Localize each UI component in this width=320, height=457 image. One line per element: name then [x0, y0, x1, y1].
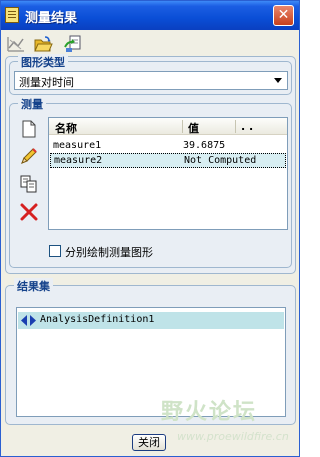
measure-group-label: 测量: [18, 96, 46, 112]
delete-icon[interactable]: [19, 202, 39, 222]
column-header-more[interactable]: . .: [241, 120, 253, 133]
title-bar: 测量结果 ✕: [1, 1, 299, 30]
window-icon: [5, 7, 19, 23]
measure-table: 名称 值 . . measure1 39.6875 measure2 Not C…: [48, 117, 288, 230]
graph-type-value: 测量对时间: [19, 76, 74, 89]
measure-name: measure1: [53, 140, 102, 151]
table-row[interactable]: measure2 Not Computed: [50, 153, 286, 168]
measure-results-window: 测量结果 ✕ 图形类型 测量对时间 测量 名称 值 . . measure1 3…: [0, 0, 300, 457]
result-label: AnalysisDefinition1: [40, 314, 155, 325]
chart-icon[interactable]: [6, 34, 26, 54]
measure-value: Not Computed: [184, 155, 257, 166]
window-close-button[interactable]: ✕: [273, 5, 294, 26]
column-header-name[interactable]: 名称: [55, 120, 77, 136]
separate-graphs-checkbox[interactable]: [49, 245, 61, 257]
graph-type-select[interactable]: 测量对时间: [14, 71, 288, 90]
column-separator: [182, 120, 183, 133]
new-document-icon[interactable]: [19, 119, 39, 139]
table-row[interactable]: measure1 39.6875: [50, 139, 286, 154]
separate-graphs-label: 分别绘制测量图形: [65, 246, 153, 259]
chevron-down-icon: [274, 78, 282, 83]
measure-name: measure2: [54, 155, 103, 166]
window-title: 测量结果: [25, 11, 78, 26]
results-list: AnalysisDefinition1: [16, 307, 286, 417]
close-button[interactable]: 关闭: [132, 434, 166, 451]
expand-arrows-icon[interactable]: [20, 315, 38, 326]
open-folder-icon[interactable]: [33, 34, 53, 54]
export-icon[interactable]: [63, 34, 83, 54]
table-header: 名称 值 . .: [49, 118, 287, 135]
column-separator: [235, 120, 236, 133]
list-item[interactable]: AnalysisDefinition1: [18, 312, 284, 329]
measure-value: 39.6875: [183, 140, 226, 151]
graph-type-label: 图形类型: [18, 54, 68, 70]
watermark-url: www.proewildfire.cn: [177, 430, 289, 443]
edit-pencil-icon[interactable]: [19, 146, 39, 166]
results-group-label: 结果集: [14, 278, 53, 294]
copy-icon[interactable]: [19, 174, 39, 194]
column-header-value[interactable]: 值: [188, 120, 199, 136]
